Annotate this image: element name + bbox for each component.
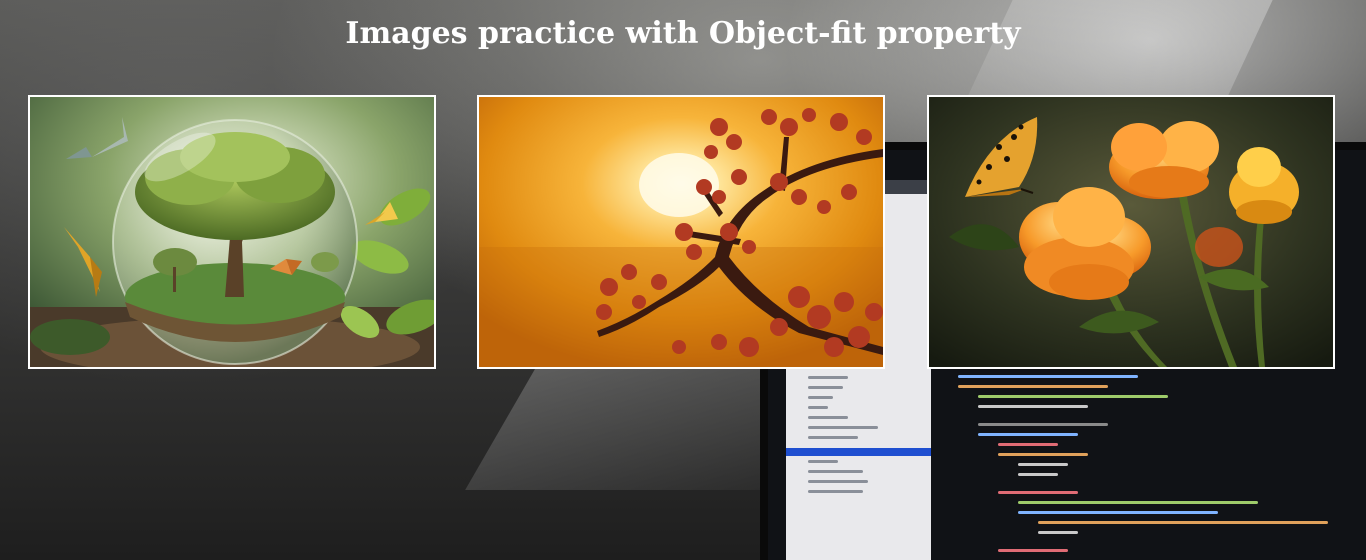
flower-top bbox=[1109, 121, 1219, 199]
gallery-image-2 bbox=[477, 95, 885, 369]
gallery-image-1 bbox=[28, 95, 436, 369]
gallery-image-3 bbox=[927, 95, 1335, 369]
orange-flowers-image bbox=[929, 97, 1333, 367]
sunset-blossom-image bbox=[479, 97, 883, 367]
page-title: Images practice with Object-fit property bbox=[345, 16, 1021, 51]
image-gallery bbox=[0, 95, 1366, 369]
laptop-code-lines bbox=[958, 365, 1358, 560]
tree-in-glass-sphere-image bbox=[30, 97, 434, 367]
